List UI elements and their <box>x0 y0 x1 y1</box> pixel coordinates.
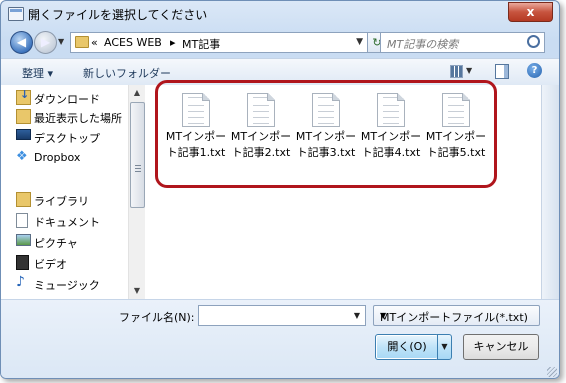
sidebar-item-label: ダウンロード <box>34 93 100 106</box>
navigation-pane-scrollbar[interactable]: ▲ ▼ <box>128 85 145 299</box>
forward-button[interactable]: ▶ <box>34 31 57 54</box>
file-name: MTインポート記事1.txt <box>165 130 227 159</box>
title-bar[interactable]: 開くファイルを選択してください x <box>1 1 559 27</box>
library-icon <box>16 192 31 207</box>
download-icon <box>16 88 31 105</box>
breadcrumb-overflow[interactable]: « <box>91 36 98 49</box>
scrollbar-thumb[interactable] <box>130 102 145 208</box>
main-area: ダウンロード 最近表示した場所 デスクトップ ❖ Dropbox ライブラリ ド… <box>1 80 559 299</box>
sidebar-item-label: ミュージック <box>34 279 100 292</box>
file-list-scrollbar[interactable] <box>541 85 559 299</box>
search-input[interactable]: MT記事の検索 <box>380 32 545 53</box>
scroll-down-icon[interactable]: ▼ <box>129 283 145 299</box>
resize-grip-icon[interactable] <box>547 367 557 377</box>
sidebar-item-label: ピクチャ <box>34 237 78 250</box>
dialog-icon <box>8 7 24 21</box>
file-item[interactable]: MTインポート記事4.txt <box>360 93 422 175</box>
open-file-dialog: 開くファイルを選択してください x ◀ ▶ ▼ « ACES WEB ▸ MT記… <box>0 0 560 379</box>
dialog-footer: ファイル名(N): ▼ MTインポートファイル(*.txt) ▼ 開く(O) ▼… <box>1 299 559 378</box>
breadcrumb-item-aces-web[interactable]: ACES WEB <box>104 36 162 49</box>
file-name: MTインポート記事2.txt <box>230 130 292 159</box>
sidebar-item-label: ドキュメント <box>34 216 100 229</box>
open-options-dropdown-icon[interactable]: ▼ <box>437 334 452 360</box>
file-item[interactable]: MTインポート記事2.txt <box>230 93 292 175</box>
back-button[interactable]: ◀ <box>10 31 33 54</box>
sidebar-item-label: 最近表示した場所 <box>34 112 122 125</box>
address-dropdown-icon[interactable]: ▼ <box>356 37 363 47</box>
file-name: MTインポート記事4.txt <box>360 130 422 159</box>
folder-icon <box>75 36 89 48</box>
dialog-title: 開くファイルを選択してください <box>28 8 208 22</box>
dropbox-icon: ❖ <box>16 149 28 164</box>
organize-button[interactable]: 整理 ▾ <box>22 65 53 81</box>
cancel-button[interactable]: キャンセル <box>463 334 539 360</box>
scroll-up-icon[interactable]: ▲ <box>129 85 145 101</box>
new-folder-button[interactable]: 新しいフォルダー <box>83 65 171 81</box>
address-bar[interactable]: « ACES WEB ▸ MT記事 ▼ <box>70 32 368 53</box>
music-icon: ♪ <box>16 274 25 290</box>
file-name: MTインポート記事5.txt <box>425 130 487 159</box>
grip-icon <box>135 165 141 172</box>
search-placeholder: MT記事の検索 <box>387 38 459 51</box>
text-file-icon <box>377 93 405 127</box>
filename-label: ファイル名(N): <box>119 311 195 324</box>
search-icon <box>527 35 540 48</box>
change-view-icon[interactable] <box>450 65 463 78</box>
filename-input[interactable]: ▼ <box>198 305 366 326</box>
desktop-icon <box>16 129 31 140</box>
text-file-icon <box>442 93 470 127</box>
preview-pane-icon[interactable] <box>495 64 509 79</box>
file-item[interactable]: MTインポート記事3.txt <box>295 93 357 175</box>
file-list: MTインポート記事1.txt MTインポート記事2.txt MTインポート記事3… <box>145 80 559 299</box>
text-file-icon <box>312 93 340 127</box>
sidebar-item-label: デスクトップ <box>34 132 100 145</box>
sidebar-item-label: ビデオ <box>34 258 67 271</box>
help-icon[interactable]: ? <box>527 63 542 78</box>
view-options-dropdown-icon[interactable]: ▼ <box>466 66 472 75</box>
navigation-bar: ◀ ▶ ▼ « ACES WEB ▸ MT記事 ▼ ↻ MT記事の検索 <box>1 27 559 57</box>
text-file-icon <box>182 93 210 127</box>
file-item[interactable]: MTインポート記事5.txt <box>425 93 487 175</box>
sidebar-item-label: ライブラリ <box>34 195 89 208</box>
sidebar-item-label: Dropbox <box>34 151 81 164</box>
open-button[interactable]: 開く(O) <box>375 334 439 360</box>
file-type-select[interactable]: MTインポートファイル(*.txt) ▼ <box>373 305 540 326</box>
close-button[interactable]: x <box>508 2 553 22</box>
breadcrumb-item-mt-articles[interactable]: MT記事 <box>182 36 220 52</box>
document-icon <box>16 213 28 228</box>
picture-icon <box>16 234 31 246</box>
recent-locations-dropdown-icon[interactable]: ▼ <box>58 37 64 46</box>
file-name: MTインポート記事3.txt <box>295 130 357 159</box>
breadcrumb-separator-arrow[interactable]: ▸ <box>170 36 176 49</box>
filename-dropdown-icon[interactable]: ▼ <box>354 311 360 320</box>
video-icon <box>16 255 29 270</box>
chevron-down-icon: ▼ <box>380 311 387 320</box>
navigation-pane: ダウンロード 最近表示した場所 デスクトップ ❖ Dropbox ライブラリ ド… <box>1 85 128 299</box>
file-item[interactable]: MTインポート記事1.txt <box>165 93 227 175</box>
text-file-icon <box>247 93 275 127</box>
recent-places-icon <box>16 109 31 124</box>
